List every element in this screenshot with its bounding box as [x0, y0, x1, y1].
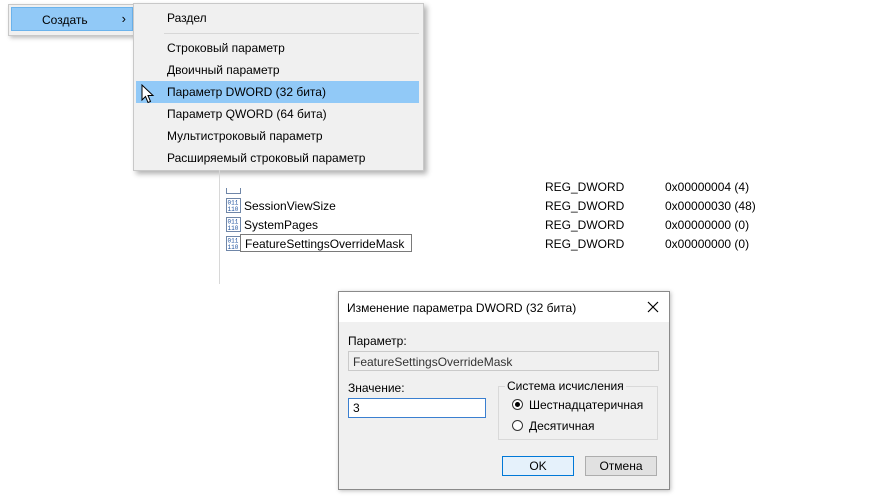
base-group-label: Система исчисления	[505, 379, 626, 393]
reg-dword-icon: 011 110	[226, 198, 241, 213]
menu-item-label: Мультистроковый параметр	[167, 129, 323, 143]
svg-text:110: 110	[228, 225, 239, 232]
radio-hex-label: Шестнадцатеричная	[529, 398, 644, 412]
registry-row[interactable]: 011 110 SystemPages REG_DWORD 0x00000000…	[226, 216, 786, 234]
menu-item-label: Расширяемый строковый параметр	[167, 151, 366, 165]
mouse-cursor-icon	[141, 84, 155, 104]
menu-separator	[164, 33, 419, 34]
cancel-button[interactable]: Отмена	[585, 456, 657, 476]
value-type: REG_DWORD	[545, 218, 625, 232]
menu-item-label: Двоичный параметр	[167, 63, 280, 77]
radio-unselected-icon	[512, 420, 523, 431]
radio-dec-label: Десятичная	[529, 419, 595, 433]
registry-row[interactable]: 011 110 SessionViewSize REG_DWORD 0x0000…	[226, 197, 786, 215]
param-name-field: FeatureSettingsOverrideMask	[348, 351, 659, 371]
menu-item-label: Создать	[42, 13, 88, 27]
registry-row[interactable]: REG_DWORD 0x00000004 (4)	[226, 178, 786, 196]
menu-item-string-value[interactable]: Строковый параметр	[136, 37, 419, 59]
svg-text:110: 110	[228, 244, 239, 251]
context-menu: Создать ›	[8, 4, 138, 36]
menu-item-label: Раздел	[167, 11, 207, 25]
close-icon[interactable]	[643, 297, 663, 317]
menu-item-expandable-string-value[interactable]: Расширяемый строковый параметр	[136, 147, 419, 169]
dialog-titlebar: Изменение параметра DWORD (32 бита)	[339, 292, 669, 322]
menu-item-dword-value[interactable]: Параметр DWORD (32 бита)	[136, 81, 419, 103]
reg-dword-icon: 011 110	[226, 217, 241, 232]
radio-selected-icon	[512, 399, 523, 410]
create-submenu: Раздел Строковый параметр Двоичный парам…	[133, 3, 424, 171]
value-data: 0x00000004 (4)	[665, 180, 750, 194]
menu-item-create[interactable]: Создать ›	[11, 7, 133, 31]
value-type: REG_DWORD	[545, 237, 625, 251]
edit-dword-dialog: Изменение параметра DWORD (32 бита) Пара…	[338, 291, 670, 490]
radio-hex[interactable]: Шестнадцатеричная	[512, 397, 660, 415]
param-label: Параметр:	[348, 334, 407, 348]
value-input[interactable]	[348, 398, 486, 418]
menu-item-label: Строковый параметр	[167, 41, 285, 55]
value-name: SystemPages	[244, 218, 319, 232]
menu-item-label: Параметр DWORD (32 бита)	[167, 85, 326, 99]
submenu-arrow-icon: ›	[121, 11, 126, 26]
reg-dword-icon: 011 110	[226, 236, 241, 251]
column-divider	[219, 170, 220, 284]
dialog-title: Изменение параметра DWORD (32 бита)	[347, 301, 577, 315]
value-data: 0x00000030 (48)	[665, 199, 756, 213]
ok-button[interactable]: OK	[502, 456, 574, 476]
base-groupbox: Система исчисления Шестнадцатеричная Дес…	[498, 379, 660, 440]
menu-item-qword-value[interactable]: Параметр QWORD (64 бита)	[136, 103, 419, 125]
value-type: REG_DWORD	[545, 180, 625, 194]
value-label: Значение:	[348, 381, 405, 395]
registry-row-selected[interactable]: 011 110 FeatureSettingsOverrideMask REG_…	[226, 234, 786, 253]
menu-item-key[interactable]: Раздел	[136, 7, 419, 29]
value-data: 0x00000000 (0)	[665, 237, 750, 251]
svg-text:110: 110	[228, 206, 239, 213]
value-data: 0x00000000 (0)	[665, 218, 750, 232]
menu-item-binary-value[interactable]: Двоичный параметр	[136, 59, 419, 81]
reg-dword-icon	[226, 179, 241, 194]
rename-input[interactable]: FeatureSettingsOverrideMask	[240, 234, 412, 252]
radio-dec[interactable]: Десятичная	[512, 418, 660, 436]
value-type: REG_DWORD	[545, 199, 625, 213]
menu-item-label: Параметр QWORD (64 бита)	[167, 107, 327, 121]
value-name: SessionViewSize	[244, 199, 336, 213]
menu-item-multi-string-value[interactable]: Мультистроковый параметр	[136, 125, 419, 147]
